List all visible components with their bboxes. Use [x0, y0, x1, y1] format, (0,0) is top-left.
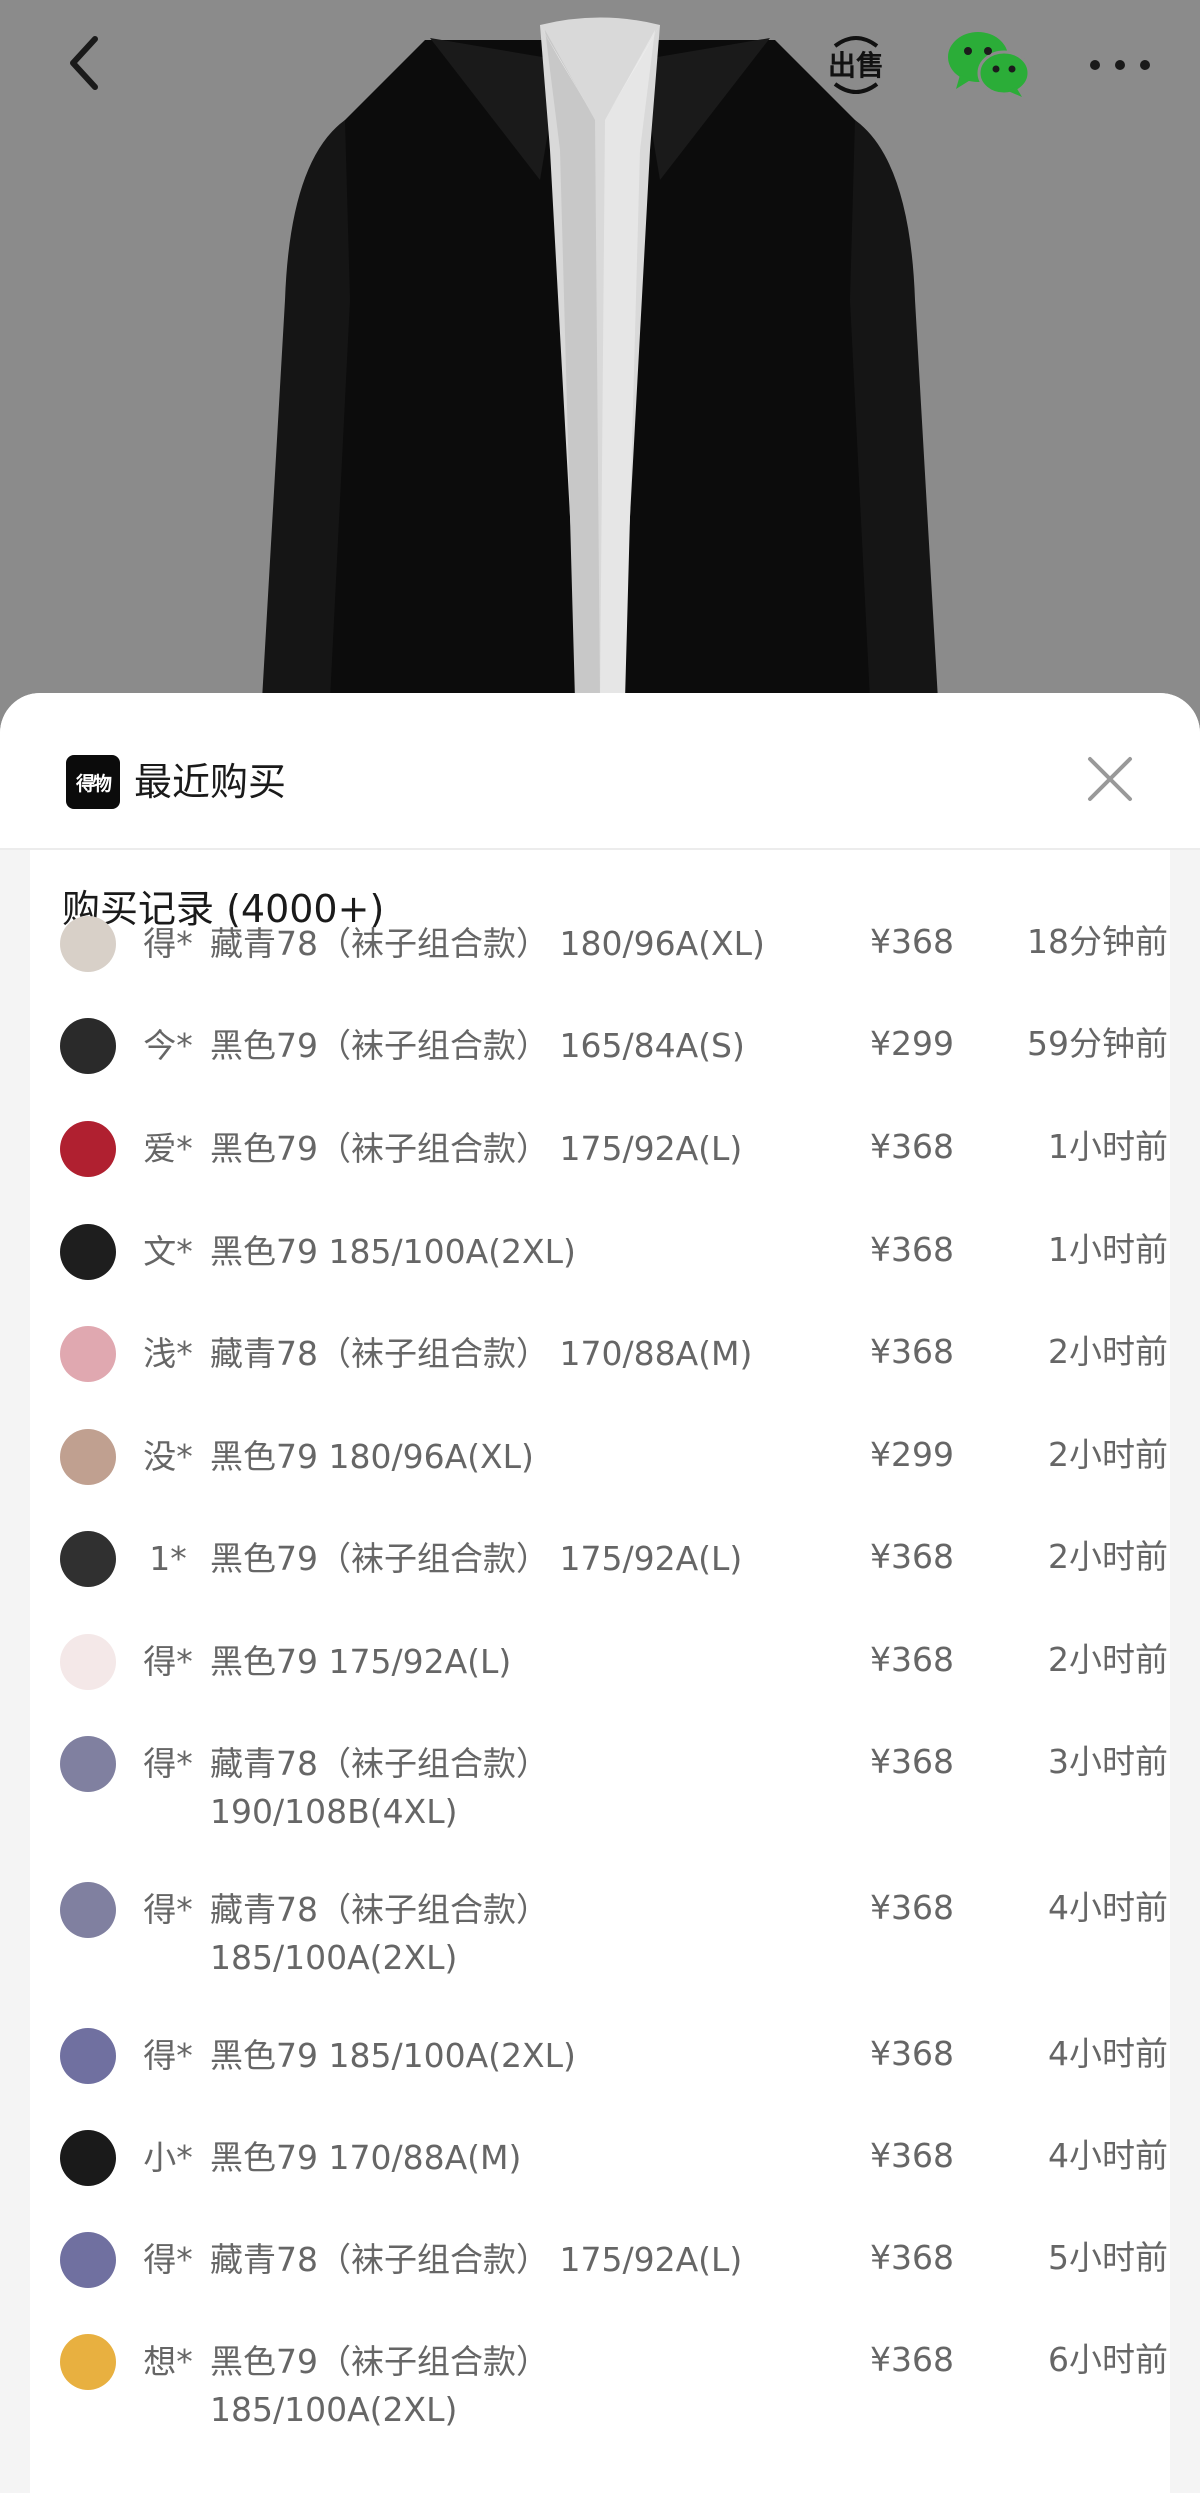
product-spec: 藏青78（袜子组合款） 180/96A(XL) [210, 924, 765, 963]
buyer-name: 想* [143, 2342, 193, 2381]
avatar [60, 2334, 116, 2390]
avatar [60, 1634, 116, 1690]
buyer-name: 爱* [143, 1129, 193, 1168]
table-row: 得* 藏青78（袜子组合款） 190/108B(4XL) ¥368 3小时前 [30, 1736, 1170, 1860]
price: ¥368 [870, 1640, 954, 1679]
price: ¥368 [870, 1537, 954, 1576]
product-image-area: 出售 [0, 0, 1200, 760]
avatar [60, 1224, 116, 1280]
product-spec: 黑色79 175/92A(L) [210, 1642, 512, 1681]
purchase-time: 4小时前 [1048, 1888, 1168, 1927]
back-arrow-icon [70, 36, 98, 90]
sheet-header: 得物 最近购买 [0, 693, 1200, 850]
price: ¥368 [870, 2238, 954, 2277]
avatar [60, 1018, 116, 1074]
purchase-time: 3小时前 [1048, 1742, 1168, 1781]
buyer-name: 得* [143, 1890, 193, 1929]
purchase-time: 18分钟前 [1027, 922, 1168, 961]
price: ¥368 [870, 1127, 954, 1166]
avatar [60, 916, 116, 972]
top-bar: 出售 [0, 0, 1200, 140]
product-spec: 黑色79（袜子组合款） 165/84A(S) [210, 1026, 745, 1065]
product-spec: 黑色79 170/88A(M) [210, 2138, 522, 2177]
price: ¥368 [870, 2340, 954, 2379]
sell-button[interactable]: 出售 [818, 30, 894, 100]
product-spec: 藏青78（袜子组合款） 170/88A(M) [210, 1334, 753, 1373]
buyer-name: 浅* [143, 1334, 193, 1373]
table-row: 想* 黑色79（袜子组合款） 185/100A(2XL) ¥368 6小时前 [30, 2334, 1170, 2458]
purchase-time: 4小时前 [1048, 2034, 1168, 2073]
buyer-name: 得* [143, 924, 193, 963]
more-dots-icon [1090, 60, 1150, 70]
dewu-logo: 得物 [66, 755, 120, 809]
buyer-name: 得* [143, 2240, 193, 2279]
purchase-time: 2小时前 [1048, 1537, 1168, 1576]
sell-icon: 出售 [828, 36, 884, 94]
purchase-time: 5小时前 [1048, 2238, 1168, 2277]
price: ¥368 [870, 2034, 954, 2073]
avatar [60, 1882, 116, 1938]
avatar [60, 1736, 116, 1792]
buyer-name: 今* [143, 1026, 193, 1065]
avatar [60, 1429, 116, 1485]
price: ¥368 [870, 1332, 954, 1371]
purchase-records-card: 购买记录 (4000+) 得* 藏青78（袜子组合款） 180/96A(XL) ¥3… [30, 850, 1170, 2493]
avatar [60, 2130, 116, 2186]
buyer-name: 得* [143, 1642, 193, 1681]
product-spec: 黑色79（袜子组合款） 175/92A(L) [210, 1539, 743, 1578]
product-spec: 黑色79 185/100A(2XL) [210, 1232, 576, 1271]
purchase-time: 2小时前 [1048, 1640, 1168, 1679]
sell-label: 出售 [828, 49, 884, 82]
buyer-name: 1* [149, 1539, 187, 1578]
product-spec: 藏青78（袜子组合款） 175/92A(L) [210, 2240, 743, 2279]
price: ¥299 [870, 1435, 954, 1474]
buyer-name: 得* [143, 2036, 193, 2075]
product-spec: 黑色79（袜子组合款） 175/92A(L) [210, 1129, 743, 1168]
wechat-icon [947, 32, 1030, 97]
buyer-name: 小* [143, 2138, 193, 2177]
product-spec: 黑色79 185/100A(2XL) [210, 2036, 576, 2075]
product-spec: 黑色79 180/96A(XL) [210, 1437, 534, 1476]
avatar [60, 1121, 116, 1177]
price: ¥368 [870, 1230, 954, 1269]
price: ¥368 [870, 1742, 954, 1781]
close-button[interactable] [1080, 749, 1140, 809]
buyer-name: 没* [143, 1437, 193, 1476]
price: ¥368 [870, 1888, 954, 1927]
buyer-name: 文* [143, 1232, 193, 1271]
close-icon [1088, 757, 1132, 801]
wechat-share-button[interactable] [945, 28, 1030, 100]
purchase-time: 4小时前 [1048, 2136, 1168, 2175]
recent-purchases-sheet: 得物 最近购买 购买记录 (4000+) 得* 藏青78（袜子组合款） 180/9… [0, 693, 1200, 2493]
purchase-time: 2小时前 [1048, 1332, 1168, 1371]
purchase-time: 1小时前 [1048, 1230, 1168, 1269]
purchase-time: 6小时前 [1048, 2340, 1168, 2379]
product-spec: 黑色79（袜子组合款） 185/100A(2XL) [210, 2342, 549, 2429]
avatar [60, 1326, 116, 1382]
sheet-title: 最近购买 [134, 760, 287, 804]
avatar [60, 2028, 116, 2084]
back-button[interactable] [48, 28, 118, 98]
more-button[interactable] [1080, 30, 1160, 100]
buyer-name: 得* [143, 1744, 193, 1783]
price: ¥368 [870, 2136, 954, 2175]
purchase-time: 2小时前 [1048, 1435, 1168, 1474]
purchase-time: 59分钟前 [1027, 1024, 1168, 1063]
product-spec: 藏青78（袜子组合款） 190/108B(4XL) [210, 1744, 549, 1831]
table-row: 得* 藏青78（袜子组合款） 185/100A(2XL) ¥368 4小时前 [30, 1882, 1170, 2006]
price: ¥299 [870, 1024, 954, 1063]
product-spec: 藏青78（袜子组合款） 185/100A(2XL) [210, 1890, 549, 1977]
purchase-time: 1小时前 [1048, 1127, 1168, 1166]
price: ¥368 [870, 922, 954, 961]
avatar [60, 1531, 116, 1587]
avatar [60, 2232, 116, 2288]
